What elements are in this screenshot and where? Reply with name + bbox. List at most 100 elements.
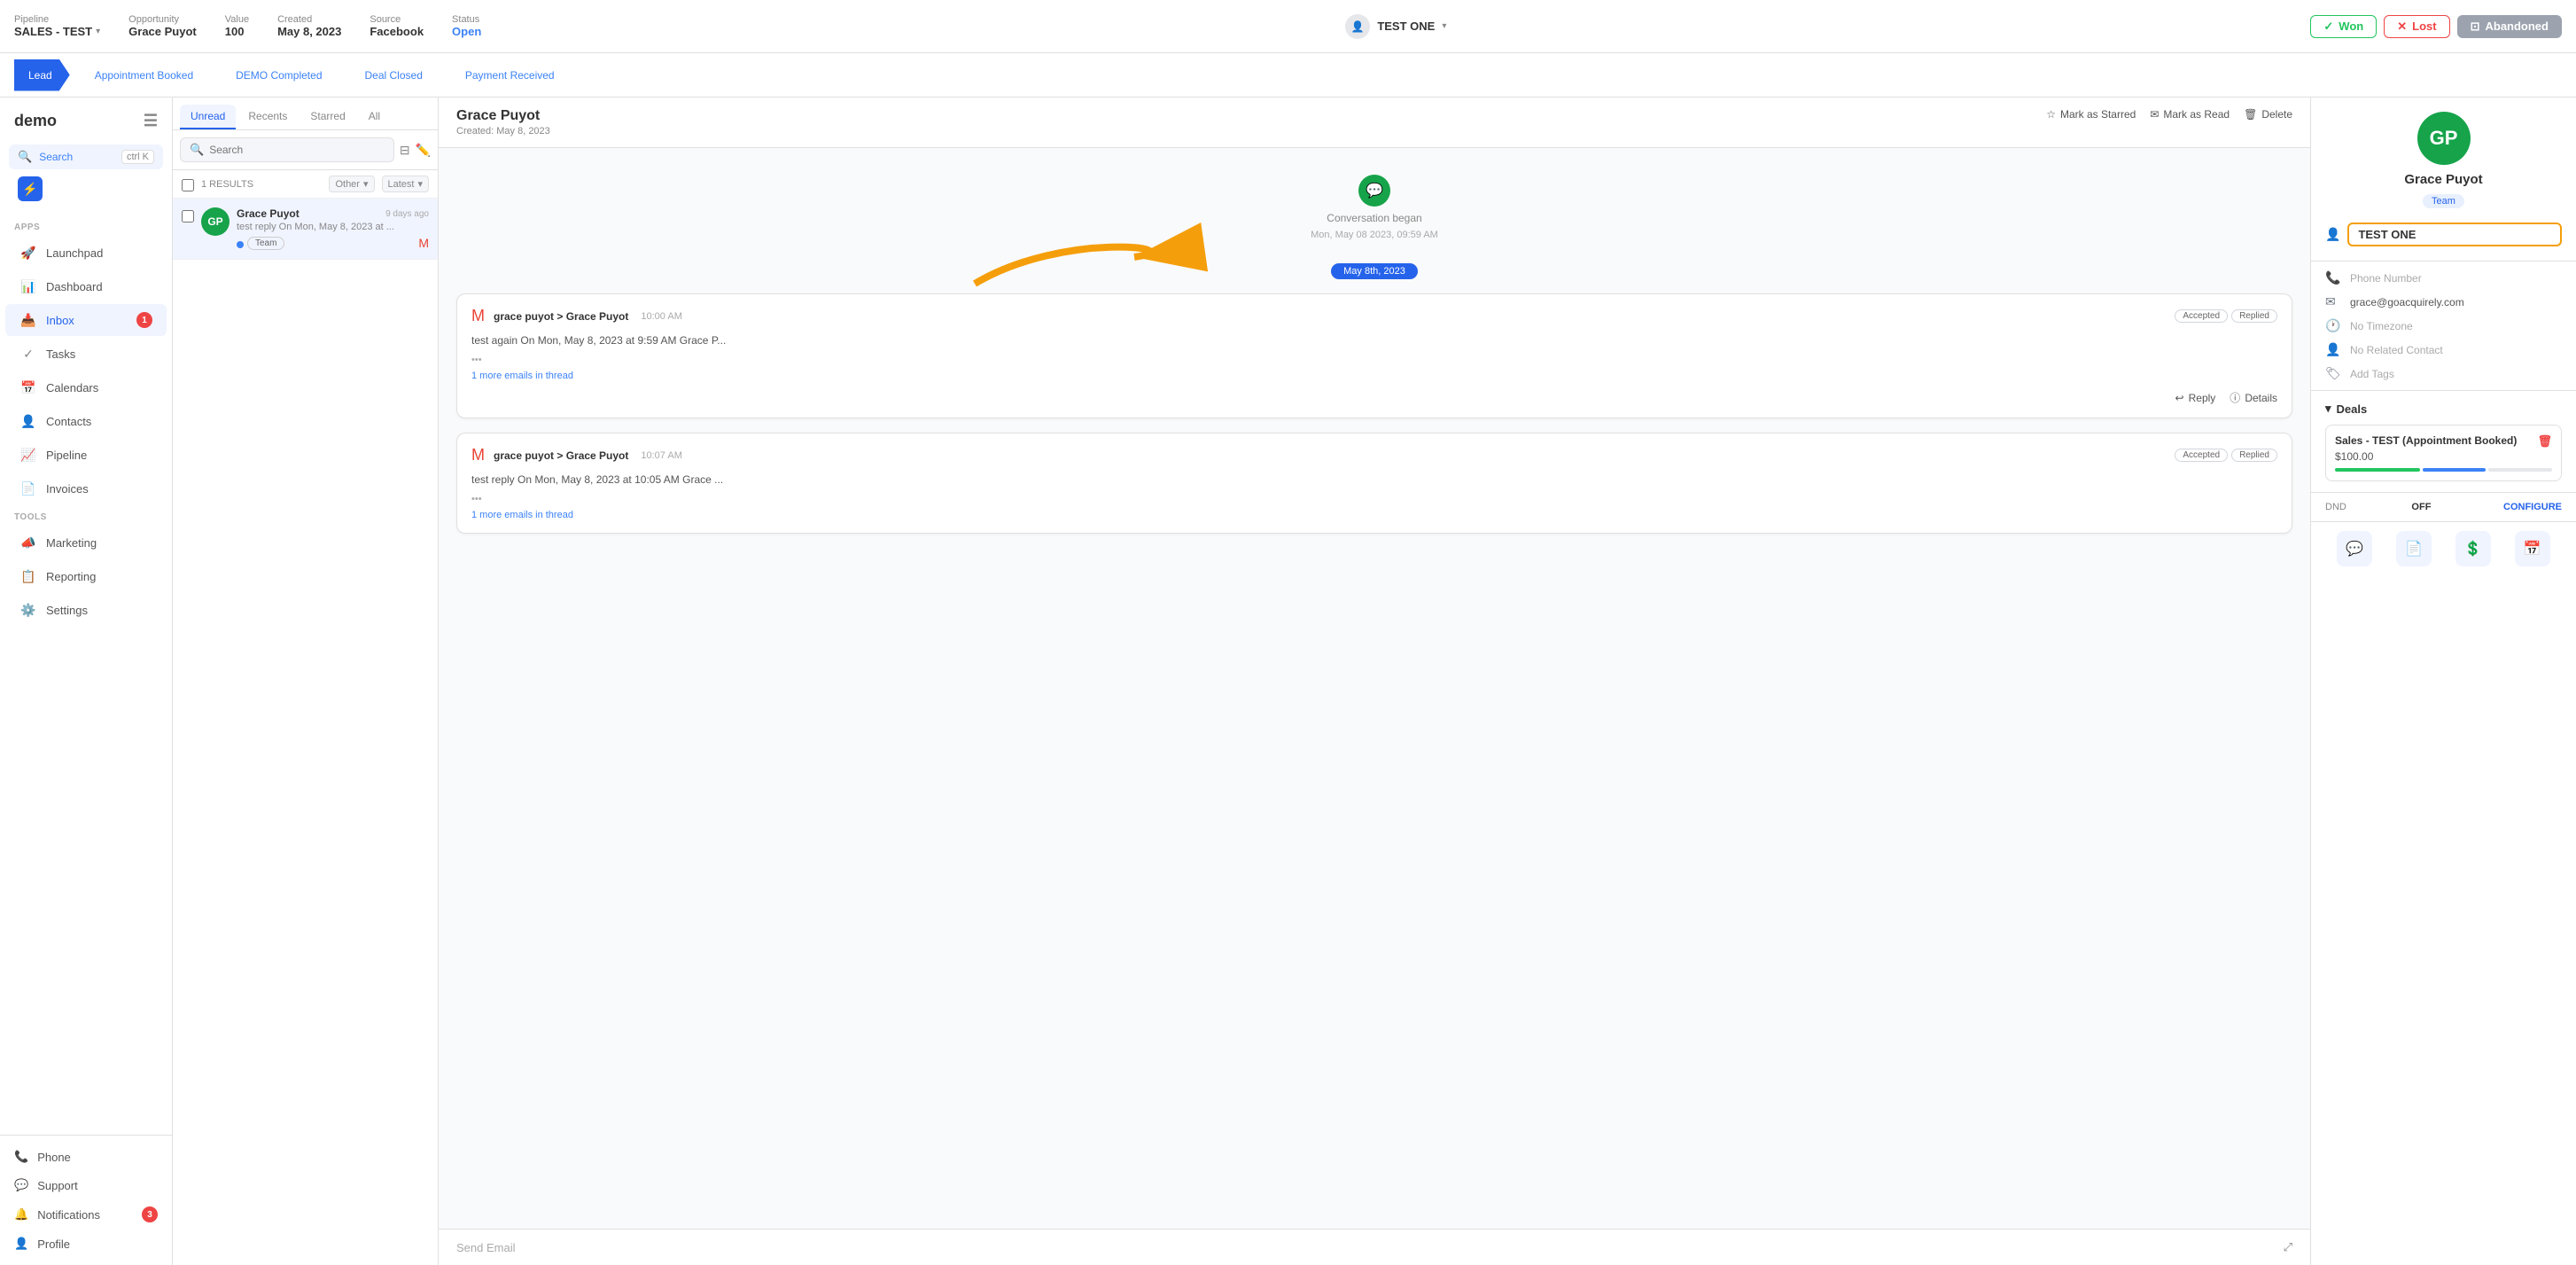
- x-icon: ✕: [2397, 20, 2407, 34]
- conversation-checkbox[interactable]: [182, 210, 194, 223]
- stage-deal-closed[interactable]: Deal Closed: [340, 59, 440, 91]
- gmail-icon-2: M: [471, 446, 485, 465]
- sidebar-item-support[interactable]: 💬 Support: [0, 1171, 172, 1199]
- sidebar-item-invoices[interactable]: 📄 Invoices: [5, 472, 167, 504]
- tab-unread[interactable]: Unread: [180, 105, 236, 129]
- filter-select[interactable]: Other ▾: [329, 176, 374, 192]
- search-label: Search: [39, 151, 73, 163]
- delete-button[interactable]: 🗑 Delete: [2244, 108, 2292, 121]
- related-contact-value[interactable]: No Related Contact: [2350, 344, 2443, 356]
- message-tags-1: Accepted Replied: [2175, 309, 2277, 323]
- document-icon-button[interactable]: 📄: [2396, 531, 2432, 566]
- chat-icon-button[interactable]: 💬: [2337, 531, 2372, 566]
- conversation-avatar: GP: [201, 207, 230, 236]
- source-label: Source: [370, 14, 424, 25]
- phone-value[interactable]: Phone Number: [2350, 272, 2422, 285]
- mark-starred-button[interactable]: ☆ Mark as Starred: [2046, 108, 2136, 121]
- notifications-icon: 🔔: [14, 1207, 28, 1222]
- assigned-input[interactable]: TEST ONE: [2347, 223, 2562, 246]
- sidebar-item-calendars[interactable]: 📅 Calendars: [5, 371, 167, 403]
- lost-button[interactable]: ✕ Lost: [2384, 15, 2449, 38]
- select-all-checkbox[interactable]: [182, 179, 194, 191]
- compose-icon[interactable]: ✏️: [416, 143, 431, 158]
- sidebar-item-dashboard[interactable]: 📊 Dashboard: [5, 270, 167, 302]
- replied-tag-2: Replied: [2231, 449, 2277, 462]
- conversation-name: Grace Puyot: [237, 207, 300, 220]
- calendar-icon-button[interactable]: 📅: [2515, 531, 2550, 566]
- source-section: Source Facebook: [370, 14, 424, 38]
- send-email-area[interactable]: Send Email ⤢: [439, 1229, 2310, 1265]
- related-contact-row: 👤 No Related Contact: [2325, 342, 2562, 357]
- value-section: Value 100: [225, 14, 249, 38]
- assignee-chevron-icon: ▾: [1442, 21, 1446, 31]
- message-time-2: 10:07 AM: [641, 450, 681, 461]
- stage-appointment-booked[interactable]: Appointment Booked: [70, 59, 211, 91]
- mark-read-button[interactable]: ✉ Mark as Read: [2150, 108, 2230, 121]
- sidebar-item-profile[interactable]: 👤 Profile: [0, 1230, 172, 1258]
- phone-label: Phone: [37, 1151, 71, 1164]
- hamburger-icon[interactable]: ☰: [144, 112, 158, 130]
- sidebar-item-launchpad[interactable]: 🚀 Launchpad: [5, 237, 167, 269]
- sidebar-item-notifications[interactable]: 🔔 Notifications 3: [0, 1199, 172, 1230]
- value-value: 100: [225, 25, 249, 38]
- conversation-preview: test reply On Mon, May 8, 2023 at ...: [237, 222, 429, 232]
- reporting-label: Reporting: [46, 570, 96, 583]
- status-section: Status Open: [452, 14, 481, 38]
- sidebar-item-contacts[interactable]: 👤 Contacts: [5, 405, 167, 437]
- delete-label: Delete: [2261, 108, 2292, 121]
- timezone-value[interactable]: No Timezone: [2350, 320, 2413, 332]
- message-thread-2[interactable]: 1 more emails in thread: [471, 510, 2277, 520]
- created-label: Created: [277, 14, 341, 25]
- tab-starred[interactable]: Starred: [300, 105, 355, 129]
- configure-button[interactable]: CONFIGURE: [2503, 502, 2562, 512]
- accepted-tag-2: Accepted: [2175, 449, 2228, 462]
- message-thread-1[interactable]: 1 more emails in thread: [471, 371, 2277, 381]
- details-button-1[interactable]: ⓘ Details: [2230, 390, 2277, 405]
- assignee-name[interactable]: TEST ONE: [1377, 20, 1435, 33]
- conversation-header: Grace Puyot Created: May 8, 2023 ☆ Mark …: [439, 98, 2310, 148]
- dollar-icon-button[interactable]: 💲: [2455, 531, 2491, 566]
- stage-lead[interactable]: Lead: [14, 59, 70, 91]
- won-button[interactable]: ✓ Won: [2310, 15, 2377, 38]
- tab-recents[interactable]: Recents: [237, 105, 298, 129]
- filter-chevron-icon: ▾: [363, 178, 369, 190]
- inbox-label: Inbox: [46, 314, 74, 327]
- conversation-item[interactable]: GP Grace Puyot 9 days ago test reply On …: [173, 199, 438, 260]
- abandoned-button[interactable]: ⊡ Abandoned: [2457, 15, 2562, 38]
- logo: demo ☰: [0, 105, 172, 144]
- tasks-icon: ✓: [19, 345, 37, 363]
- pipeline-select[interactable]: SALES - TEST ▾: [14, 25, 100, 38]
- sidebar-item-pipeline[interactable]: 📈 Pipeline: [5, 439, 167, 471]
- conversation-started-icon: 💬: [1358, 175, 1390, 207]
- search-input[interactable]: [209, 144, 385, 156]
- tab-all[interactable]: All: [358, 105, 391, 129]
- stage-demo-completed[interactable]: DEMO Completed: [211, 59, 339, 91]
- stage-payment-received[interactable]: Payment Received: [440, 59, 572, 91]
- sidebar-item-reporting[interactable]: 📋 Reporting: [5, 560, 167, 592]
- sidebar-item-settings[interactable]: ⚙️ Settings: [5, 594, 167, 626]
- sidebar-search[interactable]: 🔍 Search ctrl K: [9, 144, 163, 169]
- marketing-label: Marketing: [46, 536, 97, 550]
- conversation-header-actions: ☆ Mark as Starred ✉ Mark as Read 🗑 Delet…: [2046, 108, 2292, 121]
- reply-button-1[interactable]: ↩ Reply: [2175, 390, 2216, 405]
- sidebar-item-inbox[interactable]: 📥 Inbox 1: [5, 304, 167, 336]
- launchpad-icon: 🚀: [19, 244, 37, 262]
- sort-select[interactable]: Latest ▾: [382, 176, 430, 192]
- value-label: Value: [225, 14, 249, 25]
- inbox-search-box[interactable]: 🔍: [180, 137, 394, 162]
- filter-icon[interactable]: ⊟: [400, 143, 410, 158]
- pipeline-section: Pipeline SALES - TEST ▾: [14, 14, 100, 38]
- conversation-contact-info: Grace Puyot Created: May 8, 2023: [456, 108, 550, 137]
- replied-tag-1: Replied: [2231, 309, 2277, 323]
- lightning-button[interactable]: ⚡: [18, 176, 43, 201]
- deal-delete-button[interactable]: 🗑: [2537, 434, 2552, 449]
- star-icon: ☆: [2046, 108, 2056, 121]
- sidebar-item-tasks[interactable]: ✓ Tasks: [5, 338, 167, 370]
- sidebar-item-marketing[interactable]: 📣 Marketing: [5, 527, 167, 558]
- conversation-started: 💬 Conversation began Mon, May 08 2023, 0…: [456, 175, 2292, 240]
- email-info-icon: ✉: [2325, 294, 2341, 309]
- abandoned-icon: ⊡: [2471, 20, 2480, 34]
- stage-bar: Lead Appointment Booked DEMO Completed D…: [0, 53, 2576, 98]
- tags-value[interactable]: Add Tags: [2350, 368, 2394, 380]
- sidebar-item-phone[interactable]: 📞 Phone: [0, 1143, 172, 1171]
